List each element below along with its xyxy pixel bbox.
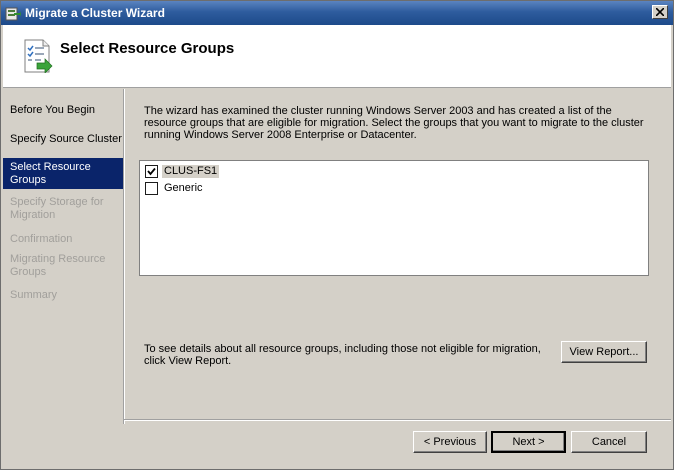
step-migrating-resource-groups: Migrating Resource Groups — [10, 253, 106, 278]
group-checkbox[interactable] — [145, 165, 158, 178]
checklist-arrow-icon — [24, 39, 53, 73]
close-icon — [656, 8, 664, 16]
wizard-steps-nav: Before You Begin Specify Source Cluster … — [3, 90, 123, 467]
window-title: Migrate a Cluster Wizard — [25, 6, 165, 20]
step-confirmation: Confirmation — [10, 233, 73, 245]
view-report-button[interactable]: View Report... — [561, 341, 647, 363]
title-bar[interactable]: Migrate a Cluster Wizard — [1, 1, 673, 25]
step-before-you-begin[interactable]: Before You Begin — [3, 104, 123, 117]
group-name: CLUS-FS1 — [162, 165, 220, 178]
close-button[interactable] — [652, 5, 668, 19]
wizard-window: Migrate a Cluster Wizard Select Resource… — [0, 0, 674, 470]
page-title: Select Resource Groups — [60, 40, 235, 57]
step-specify-source-cluster[interactable]: Specify Source Cluster — [3, 133, 123, 146]
wizard-header: Select Resource Groups — [3, 25, 671, 88]
next-button[interactable]: Next > — [491, 431, 566, 453]
view-report-hint: To see details about all resource groups… — [144, 343, 541, 367]
previous-button[interactable]: < Previous — [413, 431, 487, 453]
step-specify-storage: Specify Storage for Migration — [10, 196, 104, 221]
footer-divider — [124, 419, 671, 421]
page-description: The wizard has examined the cluster runn… — [144, 105, 644, 141]
sidebar-divider — [123, 89, 125, 424]
cancel-button[interactable]: Cancel — [571, 431, 647, 453]
checkmark-icon — [147, 167, 156, 176]
group-name: Generic — [164, 182, 203, 194]
resource-groups-list[interactable]: CLUS-FS1 Generic — [139, 160, 649, 276]
step-select-resource-groups[interactable]: Select Resource Groups — [3, 158, 123, 189]
step-summary: Summary — [10, 289, 58, 301]
group-checkbox[interactable] — [145, 182, 158, 195]
cluster-app-icon — [5, 7, 21, 21]
